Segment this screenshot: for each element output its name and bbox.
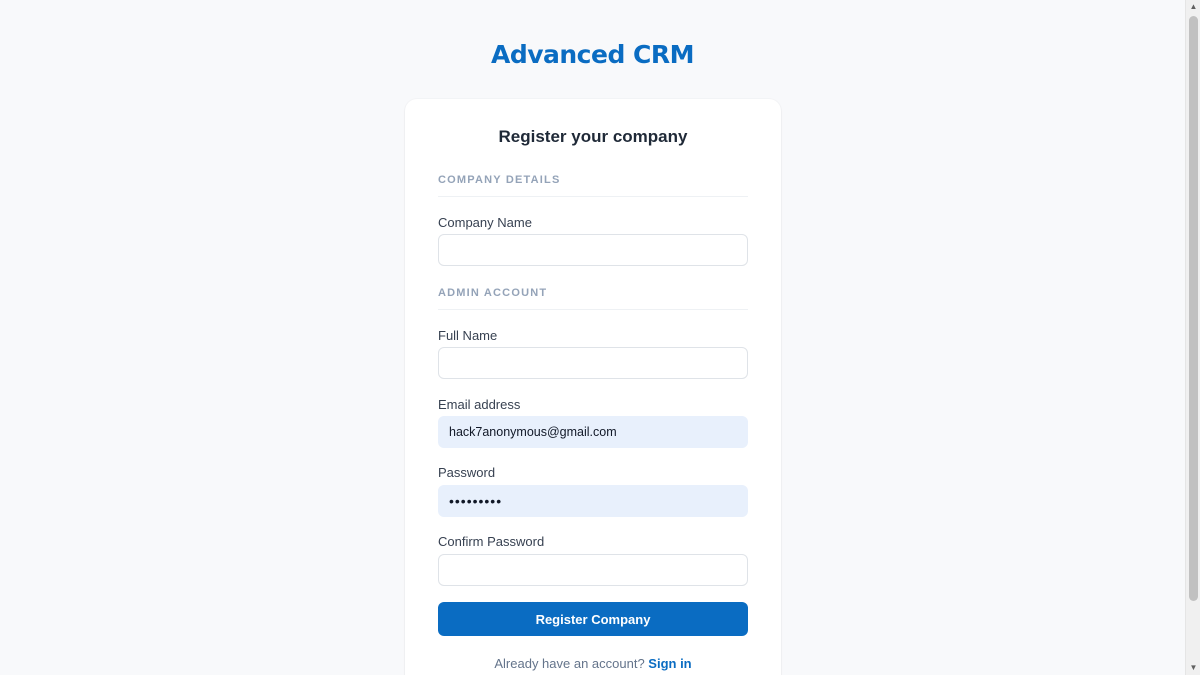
page: Advanced CRM Register your company COMPA… — [0, 0, 1185, 675]
sign-in-link[interactable]: Sign in — [648, 656, 691, 671]
section-admin-account: ADMIN ACCOUNT — [438, 287, 748, 310]
confirm-password-input[interactable] — [438, 554, 748, 586]
signin-prompt-text: Already have an account? — [494, 656, 649, 671]
scroll-thumb[interactable] — [1189, 16, 1198, 601]
email-label: Email address — [438, 397, 521, 412]
signin-prompt: Already have an account? Sign in — [405, 656, 781, 671]
card-title: Register your company — [498, 127, 688, 146]
scroll-up-arrow-icon[interactable]: ▲ — [1186, 0, 1200, 14]
full-name-label: Full Name — [438, 328, 498, 343]
register-company-button[interactable]: Register Company — [438, 602, 748, 636]
vertical-scrollbar[interactable]: ▲ ▼ — [1185, 0, 1200, 675]
email-input[interactable] — [438, 416, 748, 448]
section-company-details: COMPANY DETAILS — [438, 174, 748, 197]
confirm-password-label: Confirm Password — [438, 534, 545, 549]
password-input[interactable] — [438, 485, 748, 517]
password-label: Password — [438, 465, 496, 480]
brand-logo: Advanced CRM — [490, 40, 695, 69]
full-name-input[interactable] — [438, 347, 748, 379]
company-name-label: Company Name — [438, 215, 532, 230]
scroll-down-arrow-icon[interactable]: ▼ — [1186, 661, 1200, 675]
register-card: Register your company COMPANY DETAILS Co… — [405, 99, 781, 675]
company-name-input[interactable] — [438, 234, 748, 266]
